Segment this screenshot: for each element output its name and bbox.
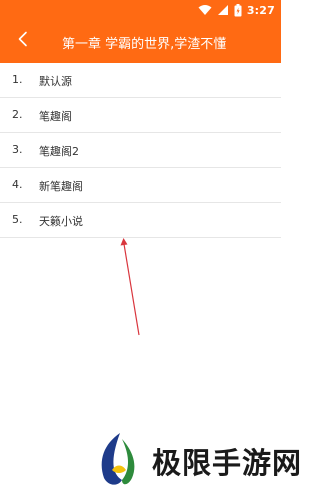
source-item-tianlai[interactable]: 5. 天籁小说 (0, 203, 281, 238)
source-item-biquge[interactable]: 2. 笔趣阁 (0, 98, 281, 133)
status-bar: 3:27 (0, 0, 281, 20)
item-label: 默认源 (39, 75, 72, 88)
item-label: 笔趣阁 (39, 110, 72, 123)
item-number: 4. (12, 178, 23, 191)
item-number: 5. (12, 213, 23, 226)
item-number: 3. (12, 143, 23, 156)
source-list: 1. 默认源 2. 笔趣阁 3. 笔趣阁2 4. 新笔趣阁 5. 天籁小说 (0, 63, 281, 238)
source-item-biquge2[interactable]: 3. 笔趣阁2 (0, 133, 281, 168)
app-bar: 第一章 学霸的世界,学渣不懂 (0, 20, 281, 63)
wifi-icon (198, 4, 212, 16)
watermark-text: 极限手游网 (152, 446, 303, 480)
source-item-new-biquge[interactable]: 4. 新笔趣阁 (0, 168, 281, 203)
item-number: 2. (12, 108, 23, 121)
back-button[interactable] (8, 26, 38, 56)
signal-icon (217, 4, 229, 16)
watermark: 极限手游网 (82, 422, 301, 500)
status-time: 3:27 (246, 3, 275, 17)
battery-icon (234, 3, 242, 17)
item-number: 1. (12, 73, 23, 86)
item-label: 天籁小说 (39, 215, 83, 228)
chapter-title: 第一章 学霸的世界,学渣不懂 (62, 37, 227, 52)
watermark-logo-icon (92, 430, 148, 492)
status-icons: 3:27 (198, 2, 275, 18)
item-label: 笔趣阁2 (39, 145, 79, 158)
chevron-left-icon (17, 31, 29, 51)
item-label: 新笔趣阁 (39, 180, 83, 193)
source-item-default[interactable]: 1. 默认源 (0, 63, 281, 98)
